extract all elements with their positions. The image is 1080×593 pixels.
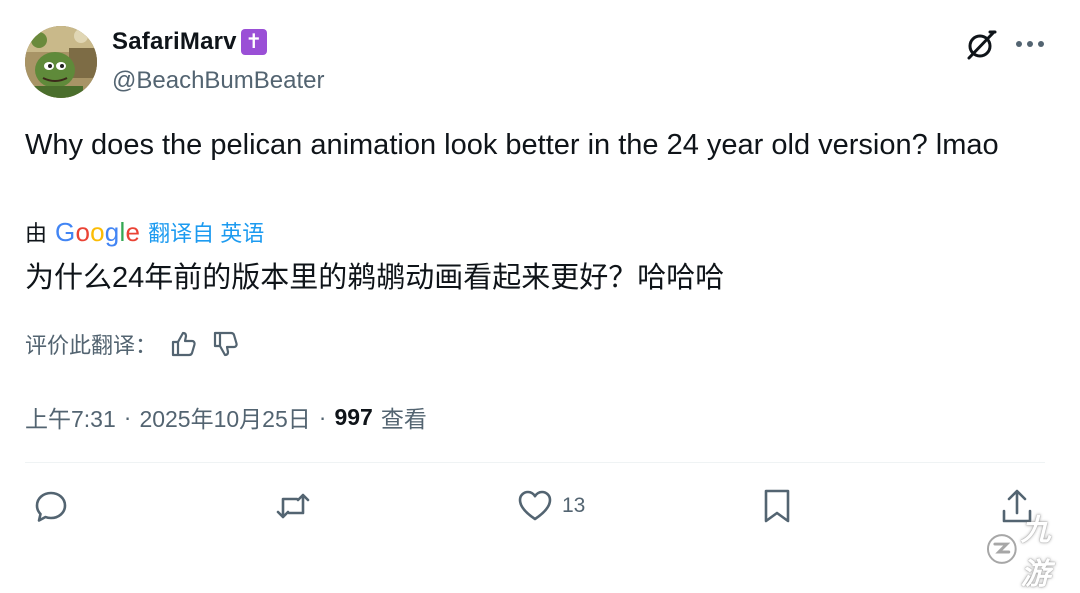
- tweet-text: Why does the pelican animation look bett…: [25, 129, 999, 161]
- watermark: 九游: [985, 505, 1080, 593]
- reply-icon: [35, 491, 67, 522]
- author-name-row[interactable]: SafariMarv ✝: [112, 28, 267, 56]
- translated-by-label: 由: [25, 221, 48, 246]
- user-handle[interactable]: @BeachBumBeater: [112, 67, 324, 95]
- avatar[interactable]: [25, 26, 97, 98]
- views-label: 查看: [380, 406, 427, 432]
- views-count: 997: [334, 403, 373, 430]
- rate-translation-row: 评价此翻译：: [25, 328, 241, 360]
- bookmark-icon: [764, 489, 790, 523]
- divider: [25, 462, 1045, 463]
- heart-icon: [518, 490, 552, 521]
- google-logo[interactable]: Google: [55, 217, 140, 248]
- meta-separator: ·: [123, 403, 132, 430]
- grok-icon[interactable]: [964, 28, 998, 62]
- watermark-logo-icon: [986, 534, 1017, 564]
- reply-button[interactable]: [32, 487, 70, 525]
- tweet-time[interactable]: 上午7:31: [25, 400, 116, 434]
- cross-emoji-badge: ✝: [240, 29, 267, 55]
- avatar-image: [25, 26, 97, 98]
- tweet-meta: 上午7:31 · 2025年10月25日 · 997 查看: [25, 400, 427, 434]
- tweet-date[interactable]: 2025年10月25日: [139, 400, 310, 434]
- retweet-icon: [276, 493, 310, 519]
- rate-translation-label: 评价此翻译：: [25, 333, 158, 358]
- like-count: 13: [562, 494, 586, 517]
- translated-from-link[interactable]: 翻译自 英语: [148, 216, 264, 248]
- translation-attribution: 由 Google 翻译自 英语: [25, 216, 264, 248]
- thumbs-down-icon[interactable]: [211, 329, 241, 359]
- display-name[interactable]: SafariMarv: [112, 28, 237, 56]
- meta-separator: ·: [318, 403, 327, 430]
- retweet-button[interactable]: [274, 487, 312, 525]
- thumbs-up-icon[interactable]: [169, 329, 199, 359]
- bookmark-button[interactable]: [758, 487, 796, 525]
- watermark-text: 九游: [1020, 514, 1051, 591]
- translated-text: 为什么24年前的版本里的鹈鹕动画看起来更好？哈哈哈: [25, 262, 725, 294]
- like-button[interactable]: 13: [516, 487, 585, 525]
- more-options-icon[interactable]: [1014, 36, 1046, 52]
